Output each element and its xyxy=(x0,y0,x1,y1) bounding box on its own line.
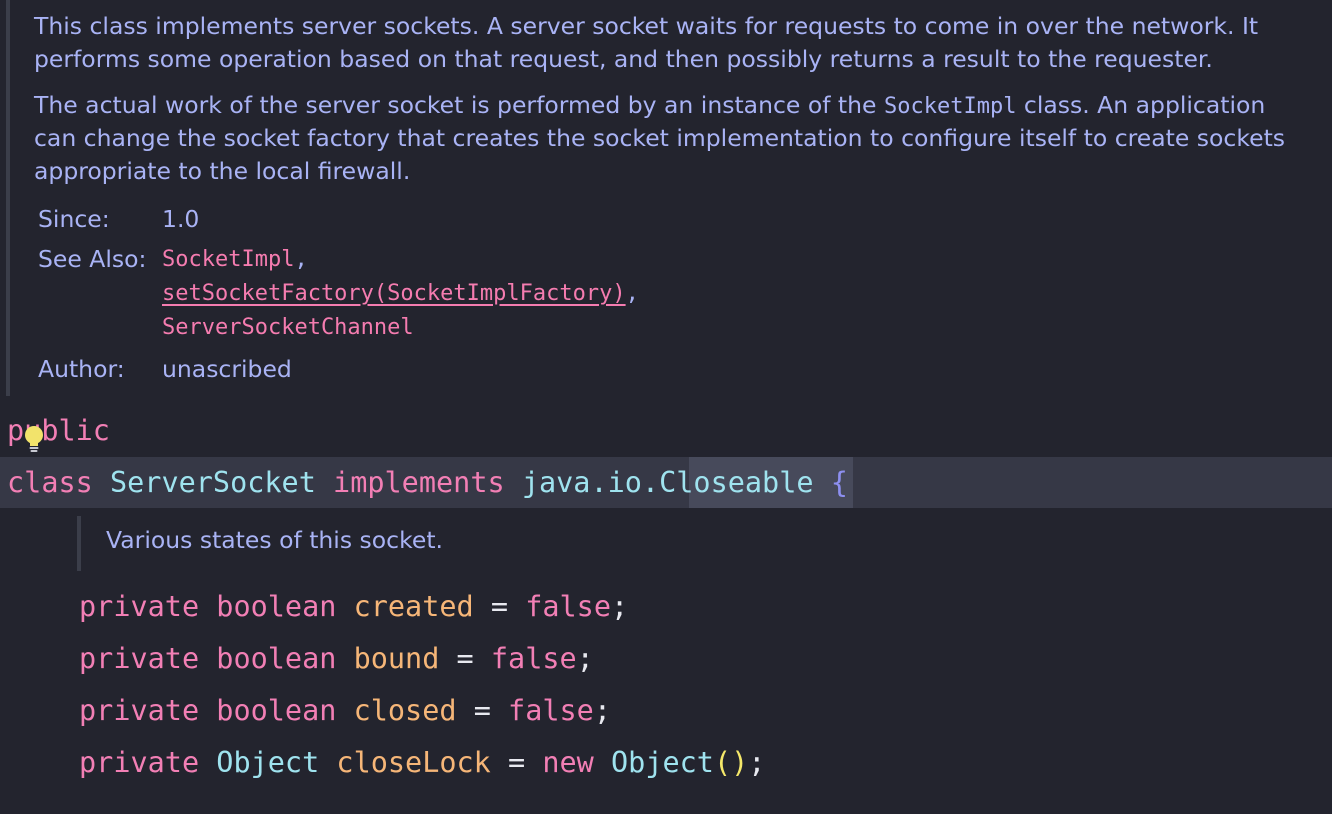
link-text[interactable]: setSocketFactory(SocketImplFactory) xyxy=(162,281,626,306)
class-javadoc: This class implements server sockets. A … xyxy=(0,0,1332,396)
type-boolean[interactable]: boolean xyxy=(216,642,336,675)
since-label: Since: xyxy=(38,205,110,233)
operator-assign: = xyxy=(473,694,491,727)
class-name[interactable]: ServerSocket xyxy=(110,466,316,499)
lightbulb-icon[interactable] xyxy=(23,425,45,455)
literal-false[interactable]: false xyxy=(525,590,611,623)
keyword-private[interactable]: private xyxy=(79,746,199,779)
operator-assign: = xyxy=(508,746,526,779)
field-name[interactable]: bound xyxy=(354,642,440,675)
see-also-link-socketimpl[interactable]: SocketImpl, xyxy=(162,243,308,277)
operator-assign: = xyxy=(456,642,474,675)
type-boolean[interactable]: boolean xyxy=(216,590,336,623)
javadoc-para2-line2: can change the socket factory that creat… xyxy=(34,124,1286,152)
interface-name[interactable]: Closeable xyxy=(659,466,813,499)
javadoc-para1-line2: performs some operation based on that re… xyxy=(34,45,1213,73)
author-label: Author: xyxy=(38,355,125,383)
javadoc-gutter-bar xyxy=(6,0,10,396)
code-line-class-declaration[interactable]: class ServerSocket implements java.io.Cl… xyxy=(7,457,848,509)
field-line-closelock[interactable]: private Object closeLock = new Object(); xyxy=(79,737,765,789)
field-line-bound[interactable]: private boolean bound = false; xyxy=(79,633,594,685)
field-name[interactable]: closeLock xyxy=(336,746,490,779)
semicolon: ; xyxy=(610,590,629,623)
link-separator: , xyxy=(294,247,308,272)
author-value: unascribed xyxy=(162,355,292,383)
see-also-label: See Also: xyxy=(38,245,147,273)
keyword-class[interactable]: class xyxy=(7,466,93,499)
javadoc-inline-code: SocketImpl xyxy=(883,94,1017,119)
link-text[interactable]: SocketImpl xyxy=(162,247,294,272)
javadoc-para2-line1: The actual work of the server socket is … xyxy=(34,89,1265,123)
field-javadoc-text: Various states of this socket. xyxy=(106,526,443,554)
keyword-private[interactable]: private xyxy=(79,694,199,727)
operator-assign: = xyxy=(490,590,509,623)
field-javadoc-gutter-bar xyxy=(77,516,81,571)
javadoc-para2-line3: appropriate to the local firewall. xyxy=(34,157,411,185)
keyword-implements[interactable]: implements xyxy=(333,466,505,499)
type-object[interactable]: Object xyxy=(216,746,319,779)
field-line-closed[interactable]: private boolean closed = false; xyxy=(79,685,611,737)
keyword-new[interactable]: new xyxy=(542,746,593,779)
keyword-private[interactable]: private xyxy=(79,590,199,623)
constructor-object[interactable]: Object xyxy=(611,746,714,779)
semicolon: ; xyxy=(593,694,611,727)
semicolon: ; xyxy=(576,642,594,675)
see-also-link-serversocketchannel[interactable]: ServerSocketChannel xyxy=(162,311,414,345)
literal-false[interactable]: false xyxy=(508,694,594,727)
keyword-private[interactable]: private xyxy=(79,642,199,675)
semicolon: ; xyxy=(748,746,766,779)
since-value: 1.0 xyxy=(162,205,200,233)
field-name[interactable]: created xyxy=(354,590,474,623)
javadoc-para1-line1: This class implements server sockets. A … xyxy=(34,12,1259,40)
link-text[interactable]: ServerSocketChannel xyxy=(162,315,414,340)
field-line-created[interactable]: private boolean created = false; xyxy=(79,581,628,633)
javadoc-text: class. An application xyxy=(1016,91,1266,119)
javadoc-text: The actual work of the server socket is … xyxy=(34,91,884,119)
parentheses: () xyxy=(713,746,749,779)
interface-package[interactable]: java.io. xyxy=(522,466,659,499)
open-brace[interactable]: { xyxy=(831,466,848,499)
field-name[interactable]: closed xyxy=(354,694,457,727)
literal-false[interactable]: false xyxy=(491,642,577,675)
see-also-link-setsocketfactory[interactable]: setSocketFactory(SocketImplFactory), xyxy=(162,277,639,311)
type-boolean[interactable]: boolean xyxy=(216,694,336,727)
link-separator: , xyxy=(625,281,639,306)
